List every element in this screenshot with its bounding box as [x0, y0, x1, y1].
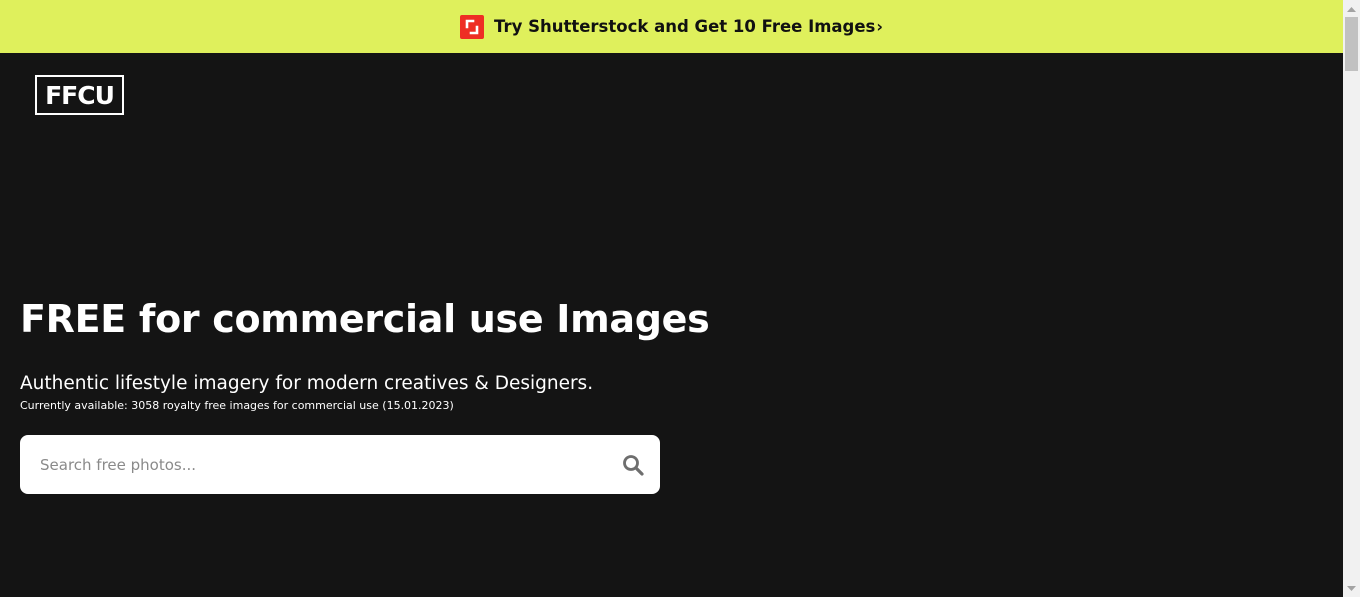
availability-text: Currently available: 3058 royalty free i…	[20, 399, 454, 412]
promo-text: Try Shutterstock and Get 10 Free Images	[494, 17, 876, 36]
search-icon[interactable]	[620, 452, 646, 478]
vertical-scrollbar[interactable]	[1343, 0, 1360, 597]
search-box	[20, 435, 660, 494]
search-input[interactable]	[20, 435, 610, 494]
scrollbar-thumb[interactable]	[1345, 17, 1358, 71]
logo-text: FFCU	[45, 80, 115, 110]
promo-banner[interactable]: Try Shutterstock and Get 10 Free Images …	[0, 0, 1343, 53]
scroll-down-arrow-icon[interactable]	[1343, 580, 1360, 597]
page: Try Shutterstock and Get 10 Free Images …	[0, 0, 1343, 597]
scroll-up-arrow-icon[interactable]	[1343, 0, 1360, 17]
hero-subtitle: Authentic lifestyle imagery for modern c…	[20, 373, 594, 394]
shutterstock-logo-icon	[460, 14, 484, 39]
site-logo[interactable]: FFCU	[35, 75, 124, 115]
hero-title: FREE for commercial use Images	[20, 297, 710, 341]
chevron-right-icon: ›	[876, 17, 883, 36]
